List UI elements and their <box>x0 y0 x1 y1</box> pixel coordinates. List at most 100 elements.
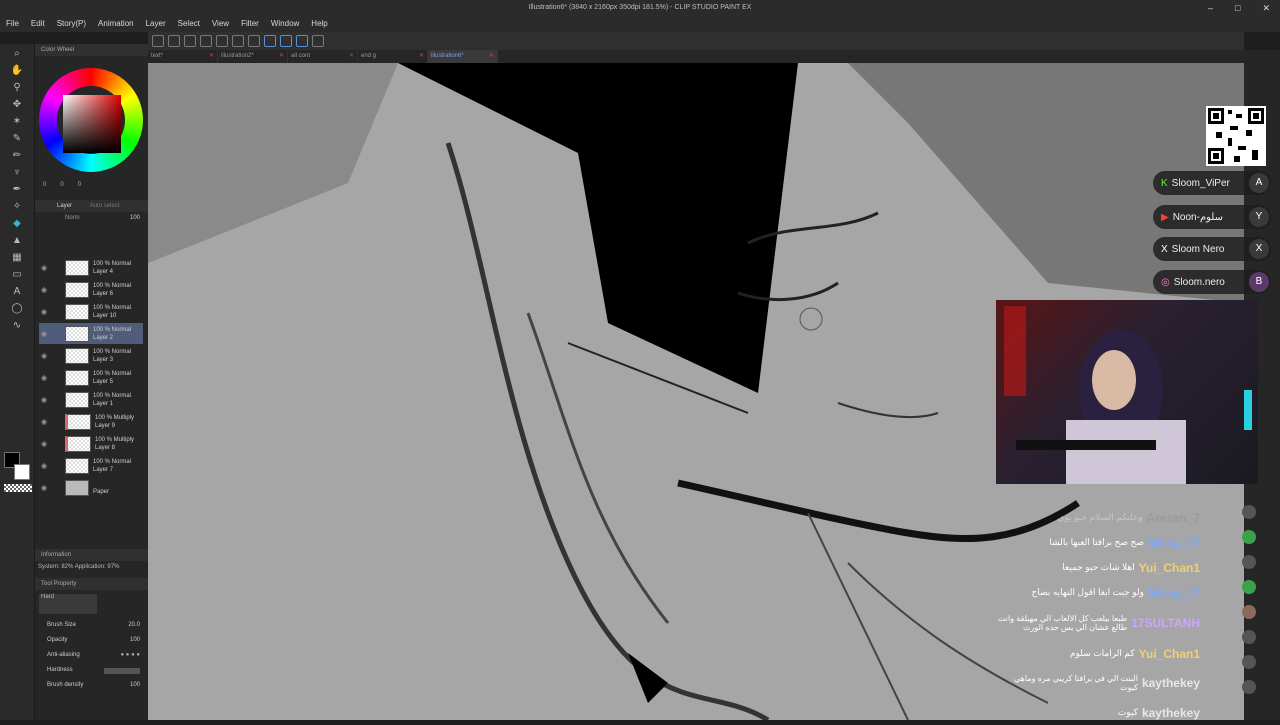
menu-story[interactable]: Story(P) <box>51 16 92 32</box>
brush-icon[interactable]: ♆ <box>10 166 24 180</box>
layer-row[interactable]: ◉ 100 % Normal Layer 5 <box>39 367 143 388</box>
close-button[interactable]: ✕ <box>1262 3 1270 14</box>
perspective-snap-icon[interactable] <box>296 35 308 47</box>
kick-icon: K <box>1161 177 1168 189</box>
tab-end-g[interactable]: end g ✕ <box>358 50 428 63</box>
undo-icon[interactable] <box>200 35 212 47</box>
layer-row[interactable]: ◉ 100 % Normal Layer 10 <box>39 301 143 322</box>
eye-icon[interactable]: ◉ <box>39 484 49 492</box>
avatar <box>1242 555 1256 569</box>
menu-select[interactable]: Select <box>172 16 206 32</box>
eye-icon[interactable]: ◉ <box>39 374 49 382</box>
brush-density-row[interactable]: Brush density 100 <box>35 678 148 693</box>
open-icon[interactable] <box>168 35 180 47</box>
balloon-icon[interactable]: ◯ <box>10 302 24 316</box>
layer-row[interactable]: ◉ 100 % Multiply Layer 9 <box>39 411 143 432</box>
eyedropper-icon[interactable]: ⚲ <box>10 81 24 95</box>
airbrush-icon[interactable]: ✒ <box>10 183 24 197</box>
hardness-row[interactable]: Hardness <box>35 663 148 678</box>
brush-size-row[interactable]: Brush Size 20.0 <box>35 618 148 633</box>
clear-icon[interactable] <box>232 35 244 47</box>
menu-edit[interactable]: Edit <box>25 16 51 32</box>
transform-icon[interactable] <box>248 35 260 47</box>
avatar <box>1242 655 1256 669</box>
chat-message: البنت الي في برافتا كريبي مره وماهي كيوت… <box>1014 674 1200 692</box>
layer-opacity[interactable]: 100 <box>130 212 140 224</box>
selection-icon[interactable]: ✶ <box>10 115 24 129</box>
chat-message: اهلا شات حبو جميعا Yui_Chan1 <box>1062 560 1200 575</box>
title-bar: Illustration6* (3840 x 2160px 350dpi 181… <box>0 0 1280 32</box>
social-badge: X <box>1249 239 1269 259</box>
avatar <box>1242 530 1256 544</box>
chat-message: صح صح برافتا العبها بالشا Mirna_77 <box>1049 535 1200 550</box>
layer-row[interactable]: ◉ 100 % Normal Layer 7 <box>39 455 143 476</box>
layer-row-selected[interactable]: ◉ 100 % Normal Layer 2 <box>39 323 143 344</box>
tool-strip: ⌕ ✋ ⚲ ✥ ✶ ✎ ✏ ♆ ✒ ✧ ◆ ▲ ▦ ▭ A ◯ ∿ <box>0 44 35 720</box>
redo-icon[interactable] <box>216 35 228 47</box>
window-controls: – □ ✕ <box>1208 3 1270 14</box>
layer-row[interactable]: ◉ 100 % Normal Layer 3 <box>39 345 143 366</box>
grid-snap-icon[interactable] <box>280 35 292 47</box>
eye-icon[interactable]: ◉ <box>39 308 49 316</box>
saturation-value-square[interactable] <box>63 95 121 153</box>
layer-row[interactable]: ◉ 100 % Normal Layer 4 <box>39 257 143 278</box>
figure-icon[interactable]: ▭ <box>10 268 24 282</box>
blend-mode-select[interactable]: Norm <box>65 215 80 221</box>
color-values: 000 <box>43 182 82 188</box>
social-badge: B <box>1249 272 1269 292</box>
menu-view[interactable]: View <box>206 16 235 32</box>
eraser-icon[interactable]: ◆ <box>10 217 24 231</box>
layer-row[interactable]: ◉ 100 % Normal Layer 6 <box>39 279 143 300</box>
eye-icon[interactable]: ◉ <box>39 418 49 426</box>
eye-icon[interactable]: ◉ <box>39 330 49 338</box>
ruler-snap-icon[interactable] <box>264 35 276 47</box>
correct-line-icon[interactable]: ∿ <box>10 319 24 333</box>
hand-icon[interactable]: ✋ <box>10 64 24 78</box>
menu-bar: File Edit Story(P) Animation Layer Selec… <box>0 16 334 32</box>
sub-color-swatch[interactable] <box>14 464 30 480</box>
menu-help[interactable]: Help <box>305 16 333 32</box>
layer-panel-header: Layer Auto select <box>35 200 148 212</box>
webcam-overlay <box>996 300 1258 484</box>
eye-icon[interactable]: ◉ <box>39 440 49 448</box>
eye-icon[interactable]: ◉ <box>39 396 49 404</box>
minimize-button[interactable]: – <box>1208 3 1213 14</box>
avatar <box>1242 505 1256 519</box>
transparent-color-swatch[interactable] <box>4 484 32 492</box>
tab-all-cont[interactable]: all cont ✕ <box>288 50 358 63</box>
pencil-icon[interactable]: ✏ <box>10 149 24 163</box>
text-icon[interactable]: A <box>10 285 24 299</box>
qr-code <box>1206 106 1266 166</box>
anti-aliasing-row[interactable]: Anti-aliasing ● ● ● ● <box>35 648 148 663</box>
menu-filter[interactable]: Filter <box>235 16 265 32</box>
social-handle: Sloom.nero <box>1173 276 1225 288</box>
eye-icon[interactable]: ◉ <box>39 286 49 294</box>
decoration-icon[interactable]: ✧ <box>10 200 24 214</box>
tab-illustration2[interactable]: illustration2* ✕ <box>218 50 288 63</box>
tab-text[interactable]: text* ✕ <box>148 50 218 63</box>
maximize-button[interactable]: □ <box>1235 3 1240 14</box>
zoom-icon[interactable]: ⌕ <box>10 47 24 61</box>
layer-row[interactable]: ◉ 100 % Normal Layer 1 <box>39 389 143 410</box>
save-icon[interactable] <box>184 35 196 47</box>
fill-icon[interactable]: ▲ <box>10 234 24 248</box>
pen-icon[interactable]: ✎ <box>10 132 24 146</box>
layer-row[interactable]: ◉ 100 % Multiply Layer 8 <box>39 433 143 454</box>
social-badge: Y <box>1249 207 1269 227</box>
menu-window[interactable]: Window <box>265 16 305 32</box>
eye-icon[interactable]: ◉ <box>39 264 49 272</box>
new-icon[interactable] <box>152 35 164 47</box>
avatar <box>1242 680 1256 694</box>
eye-icon[interactable]: ◉ <box>39 352 49 360</box>
tab-illustration6[interactable]: illustration6* ✕ <box>428 50 498 63</box>
move-icon[interactable]: ✥ <box>10 98 24 112</box>
gradient-icon[interactable]: ▦ <box>10 251 24 265</box>
menu-animation[interactable]: Animation <box>92 16 140 32</box>
eye-icon[interactable]: ◉ <box>39 462 49 470</box>
avatar <box>1242 630 1256 644</box>
menu-file[interactable]: File <box>0 16 25 32</box>
settings-icon[interactable] <box>312 35 324 47</box>
opacity-row[interactable]: Opacity 100 <box>35 633 148 648</box>
menu-layer[interactable]: Layer <box>140 16 172 32</box>
layer-row-paper[interactable]: ◉ Paper <box>39 477 143 498</box>
